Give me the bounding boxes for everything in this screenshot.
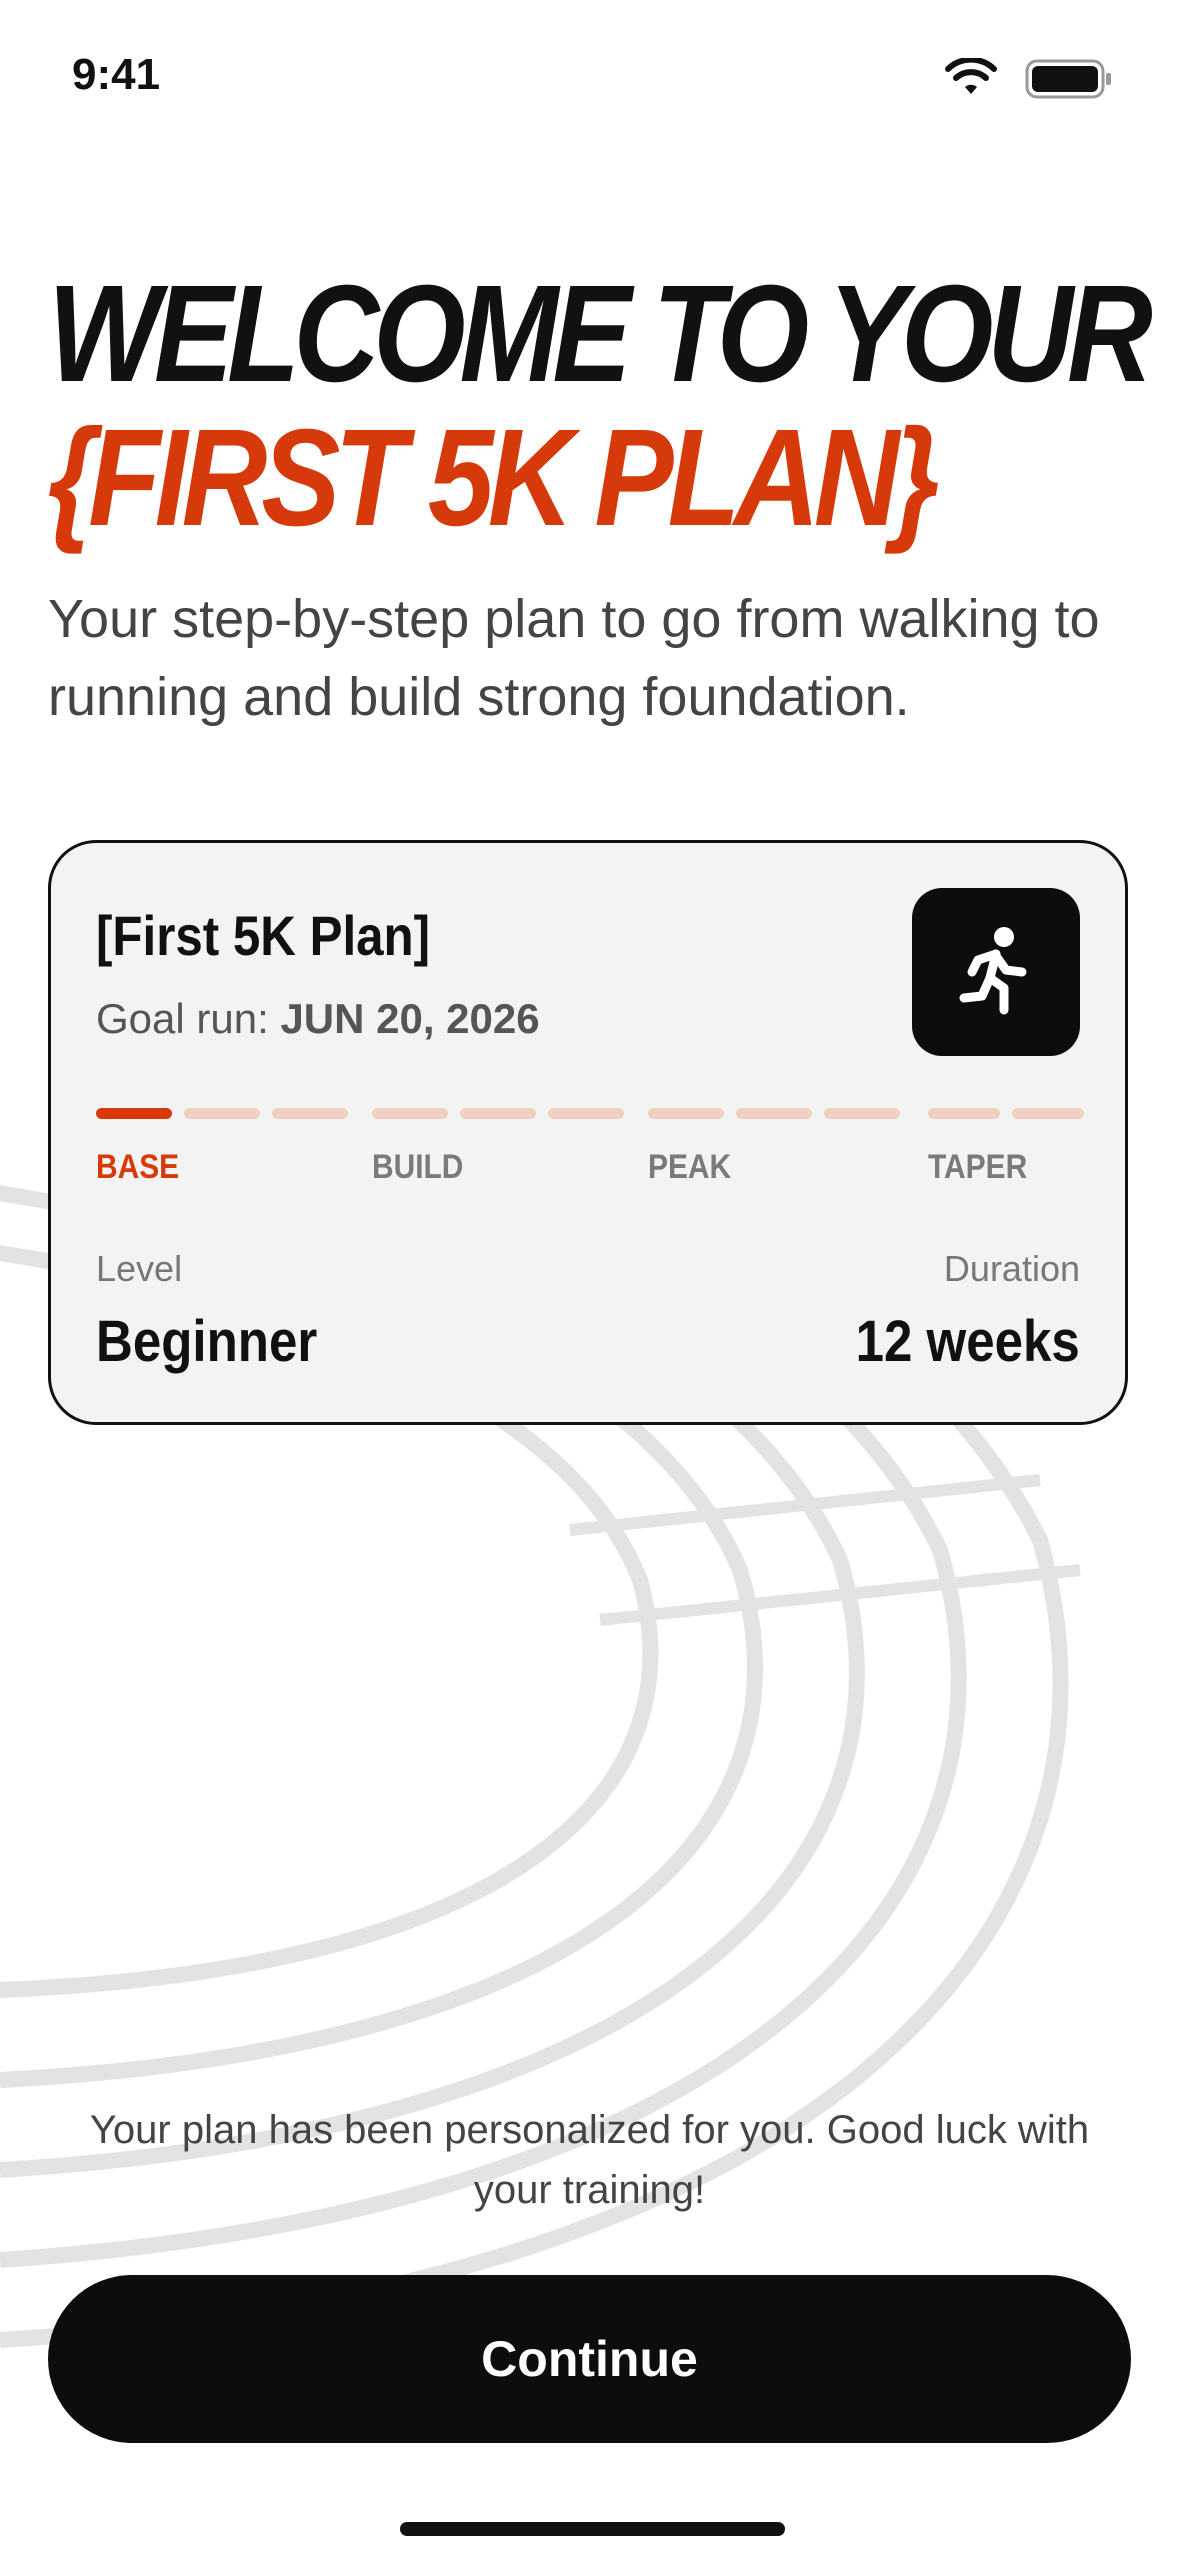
- status-time: 9:41: [72, 50, 161, 99]
- progress-segment: [548, 1108, 624, 1119]
- status-bar: 9:41: [0, 0, 1179, 150]
- progress-segment: [928, 1108, 1000, 1119]
- phase-label-taper: TAPER: [928, 1148, 1028, 1186]
- phase-label-peak: PEAK: [648, 1148, 732, 1186]
- level-label: Level: [96, 1248, 183, 1289]
- running-person-icon: [959, 927, 1027, 1015]
- title-line-1: WELCOME TO YOUR: [48, 257, 1153, 411]
- continue-button[interactable]: Continue: [48, 2275, 1131, 2443]
- plan-card: [First 5K Plan] Goal run: JUN 20, 2026 B…: [48, 840, 1128, 1425]
- progress-segment: [372, 1108, 448, 1119]
- plan-icon-badge: [912, 888, 1080, 1056]
- progress-segment: [272, 1108, 348, 1119]
- page-subtitle: Your step-by-step plan to go from walkin…: [48, 589, 1100, 727]
- progress-segment: [460, 1108, 536, 1119]
- plan-title: [First 5K Plan]: [96, 904, 431, 967]
- progress-segment: [824, 1108, 900, 1119]
- goal-label: Goal run:: [96, 995, 281, 1042]
- home-indicator[interactable]: [400, 2522, 785, 2536]
- progress-segment: [96, 1108, 172, 1119]
- phase-progress-bar: [96, 1108, 1084, 1122]
- level-value: Beginner: [96, 1309, 318, 1374]
- phase-label-base: BASE: [96, 1148, 180, 1186]
- title-line-2: {FIRST 5K PLAN}: [48, 401, 940, 555]
- page-title: WELCOME TO YOUR {FIRST 5K PLAN}: [48, 257, 1153, 555]
- duration-label: Duration: [943, 1248, 1080, 1289]
- progress-segment: [648, 1108, 724, 1119]
- battery-icon: [1025, 59, 1111, 99]
- goal-date: JUN 20, 2026: [280, 995, 540, 1042]
- progress-segment: [184, 1108, 260, 1119]
- goal-run: Goal run: JUN 20, 2026: [96, 995, 540, 1043]
- wifi-icon: [945, 58, 997, 94]
- progress-segment: [1012, 1108, 1084, 1119]
- phase-label-build: BUILD: [372, 1148, 464, 1186]
- duration-value: 12 weeks: [855, 1309, 1080, 1374]
- personalized-note: Your plan has been personalized for you.…: [89, 2108, 1090, 2212]
- progress-segment: [736, 1108, 812, 1119]
